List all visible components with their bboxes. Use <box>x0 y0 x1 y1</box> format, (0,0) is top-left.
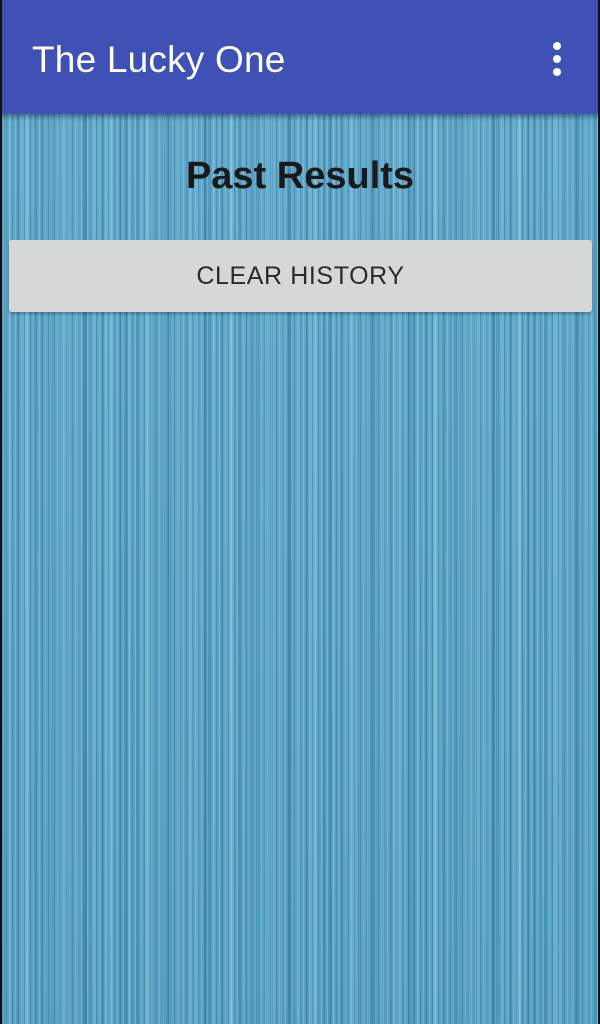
app-screen: The Lucky One Past Results CLEAR HISTORY <box>0 0 600 1024</box>
more-vert-icon[interactable] <box>532 34 582 84</box>
menu-dot <box>553 42 561 50</box>
page-title: Past Results <box>185 155 415 197</box>
clear-history-button[interactable]: CLEAR HISTORY <box>9 240 592 312</box>
menu-dot <box>553 55 561 63</box>
screen-edge-left <box>0 0 2 1024</box>
content-area: Past Results CLEAR HISTORY <box>0 114 600 1024</box>
app-bar: The Lucky One <box>0 0 600 114</box>
app-title: The Lucky One <box>32 39 286 80</box>
menu-dot <box>553 68 561 76</box>
